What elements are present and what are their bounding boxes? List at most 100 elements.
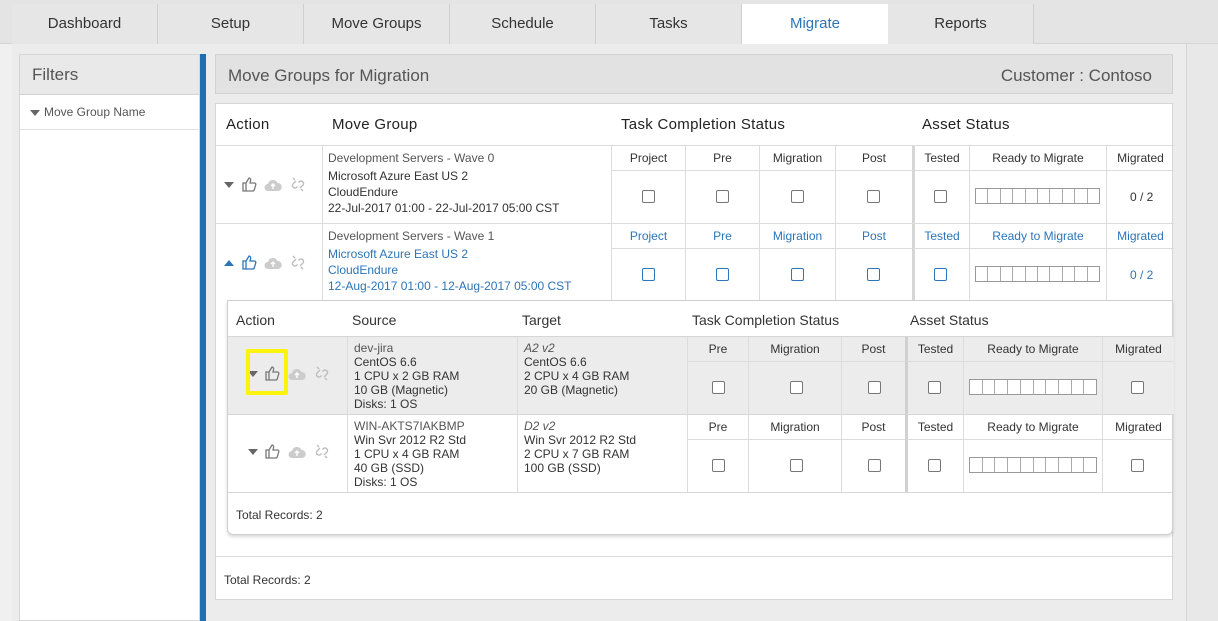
source-disk: 40 GB (SSD)	[354, 461, 425, 475]
tab-move-groups[interactable]: Move Groups	[304, 4, 450, 44]
move-group-tool: CloudEndure	[328, 263, 399, 277]
migration-checkbox[interactable]	[790, 381, 803, 394]
thumbs-up-icon[interactable]	[264, 443, 280, 460]
pre-checkbox[interactable]	[712, 381, 725, 394]
tested-checkbox[interactable]	[934, 190, 947, 203]
tab-migrate[interactable]: Migrate	[742, 4, 888, 44]
post-checkbox[interactable]	[867, 268, 880, 281]
tested-checkbox[interactable]	[928, 459, 941, 472]
cloud-upload-icon[interactable]	[264, 256, 282, 270]
subhead-migration: Migration	[759, 224, 835, 249]
post-checkbox[interactable]	[867, 190, 880, 203]
source-cell: dev-jira CentOS 6.6 1 CPU x 2 GB RAM 10 …	[347, 337, 517, 414]
cloud-upload-icon[interactable]	[288, 445, 306, 459]
unlink-icon[interactable]	[290, 254, 306, 271]
pre-cell	[685, 249, 759, 302]
source-cpu: 1 CPU x 4 GB RAM	[354, 447, 460, 461]
top-tab-bar: Dashboard Setup Move Groups Schedule Tas…	[0, 0, 1218, 44]
project-cell	[611, 171, 685, 224]
row-actions	[224, 176, 314, 194]
target-os: Win Svr 2012 R2 Std	[524, 433, 637, 447]
target-cpu: 2 CPU x 7 GB RAM	[524, 447, 630, 461]
col-asset-status: Asset Status	[910, 312, 989, 328]
cloud-upload-icon[interactable]	[264, 178, 282, 192]
col-action: Action	[226, 116, 270, 133]
tested-checkbox[interactable]	[934, 268, 947, 281]
cloud-upload-icon[interactable]	[288, 367, 306, 381]
move-group-region: Microsoft Azure East US 2	[328, 169, 469, 183]
ready-progress-bar	[969, 379, 1097, 395]
col-target: Target	[522, 312, 561, 328]
subhead-ready: Ready to Migrate	[969, 146, 1106, 171]
subhead-pre: Pre	[685, 146, 759, 171]
source-cpu: 1 CPU x 2 GB RAM	[354, 369, 460, 383]
migrated-checkbox[interactable]	[1131, 381, 1144, 394]
col-source: Source	[352, 312, 397, 328]
thumbs-up-icon[interactable]	[241, 254, 257, 271]
target-disk: 100 GB (SSD)	[524, 461, 601, 475]
tab-schedule[interactable]: Schedule	[450, 4, 596, 44]
subhead-migration: Migration	[748, 337, 841, 362]
post-cell	[841, 440, 905, 493]
tab-tasks[interactable]: Tasks	[596, 4, 742, 44]
subhead-migrated: Migrated	[1106, 224, 1174, 249]
move-group-name[interactable]: Development Servers - Wave 0	[328, 150, 494, 166]
migrated-checkbox[interactable]	[1131, 459, 1144, 472]
customer-label: Customer : Contoso	[1000, 66, 1152, 85]
pre-cell	[687, 362, 748, 415]
ready-cell	[963, 440, 1102, 493]
project-checkbox[interactable]	[642, 190, 655, 203]
ready-progress-bar	[969, 457, 1097, 473]
subhead-tested: Tested	[905, 337, 963, 362]
source-disk: 10 GB (Magnetic)	[354, 383, 449, 397]
unlink-icon[interactable]	[314, 365, 330, 382]
subhead-project: Project	[611, 224, 685, 249]
pre-checkbox[interactable]	[716, 268, 729, 281]
ready-cell	[969, 171, 1106, 224]
source-disks: Disks: 1 OS	[354, 475, 418, 489]
migration-checkbox[interactable]	[790, 459, 803, 472]
target-size: A2 v2	[524, 341, 555, 355]
source-disks: Disks: 1 OS	[354, 397, 418, 411]
expand-caret-icon[interactable]	[224, 182, 234, 188]
subhead-ready: Ready to Migrate	[969, 224, 1106, 249]
move-group-window: 12-Aug-2017 01:00 - 12-Aug-2017 05:00 CS…	[328, 279, 572, 293]
tab-setup[interactable]: Setup	[158, 4, 304, 44]
tested-checkbox[interactable]	[928, 381, 941, 394]
migration-cell	[759, 171, 835, 224]
post-checkbox[interactable]	[868, 459, 881, 472]
subhead-migration: Migration	[759, 146, 835, 171]
migrated-cell	[1102, 440, 1174, 493]
subhead-tested: Tested	[905, 415, 963, 440]
tab-dashboard[interactable]: Dashboard	[12, 4, 158, 44]
unlink-icon[interactable]	[314, 443, 330, 460]
collapse-caret-icon[interactable]	[224, 260, 234, 266]
col-move-group: Move Group	[332, 116, 418, 133]
ready-progress-bar	[975, 266, 1100, 282]
subhead-post: Post	[835, 224, 912, 249]
move-group-window: 22-Jul-2017 01:00 - 22-Jul-2017 05:00 CS…	[328, 201, 560, 215]
target-os: CentOS 6.6	[524, 355, 587, 369]
project-checkbox[interactable]	[642, 268, 655, 281]
migration-checkbox[interactable]	[791, 190, 804, 203]
subhead-pre: Pre	[687, 415, 748, 440]
expand-caret-icon[interactable]	[248, 449, 258, 455]
total-records: Total Records: 2	[236, 508, 323, 522]
post-checkbox[interactable]	[868, 381, 881, 394]
main-header: Move Groups for Migration Customer : Con…	[215, 54, 1173, 94]
migration-checkbox[interactable]	[791, 268, 804, 281]
pre-checkbox[interactable]	[712, 459, 725, 472]
unlink-icon[interactable]	[290, 176, 306, 193]
pre-checkbox[interactable]	[716, 190, 729, 203]
migrated-cell: 0 / 2	[1106, 249, 1174, 302]
filter-move-group-name[interactable]: Move Group Name	[20, 95, 199, 130]
row-actions	[224, 254, 314, 272]
subhead-migrated: Migrated	[1106, 146, 1174, 171]
post-cell	[835, 171, 912, 224]
move-group-name[interactable]: Development Servers - Wave 1	[328, 228, 494, 244]
tab-reports[interactable]: Reports	[888, 4, 1034, 44]
ready-cell	[969, 249, 1106, 302]
move-group-tool: CloudEndure	[328, 185, 399, 199]
move-group-cell: Development Servers - Wave 0 Microsoft A…	[322, 146, 612, 223]
thumbs-up-icon[interactable]	[241, 176, 257, 193]
